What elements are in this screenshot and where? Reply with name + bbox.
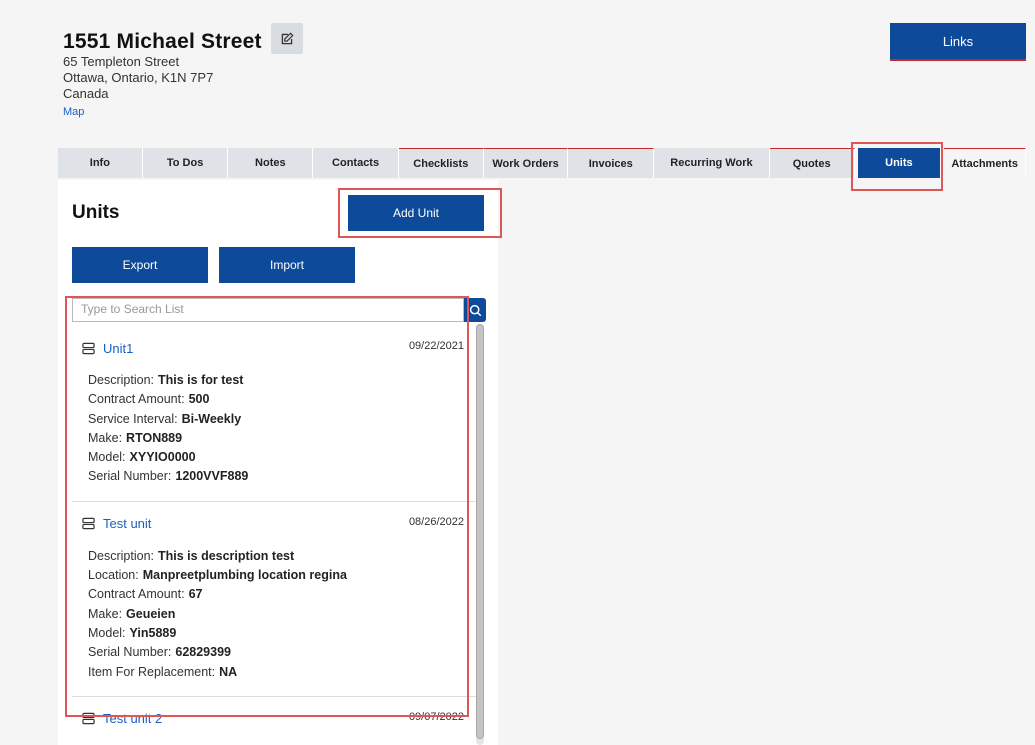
tab-todos[interactable]: To Dos (142, 148, 229, 178)
tab-info[interactable]: Info (58, 148, 143, 178)
highlight-units-list (65, 296, 469, 717)
address-line-1: 65 Templeton Street (63, 54, 180, 69)
highlight-add-unit (338, 188, 502, 238)
map-link[interactable]: Map (63, 106, 84, 118)
address-country: Canada (63, 86, 109, 101)
tab-checklists[interactable]: Checklists (398, 148, 484, 178)
search-icon (469, 304, 481, 316)
highlight-units-tab (851, 142, 943, 191)
edit-icon (281, 31, 294, 44)
property-address: 1551 Michael Street 65 Templeton Street … (63, 30, 262, 120)
edit-property-button[interactable] (271, 23, 303, 54)
list-scrollbar-thumb[interactable] (476, 324, 484, 739)
tab-notes[interactable]: Notes (228, 148, 314, 178)
address-line-2: Ottawa, Ontario, K1N 7P7 (63, 70, 214, 85)
links-button[interactable]: Links (890, 23, 1026, 59)
tab-recurring-work[interactable]: Recurring Work (654, 148, 770, 178)
tab-attachments[interactable]: Attachments (944, 148, 1026, 178)
tab-contacts[interactable]: Contacts (313, 148, 399, 178)
tab-work-orders[interactable]: Work Orders (483, 148, 569, 178)
import-button[interactable]: Import (219, 247, 355, 283)
export-button[interactable]: Export (72, 247, 208, 283)
tab-invoices[interactable]: Invoices (568, 148, 655, 178)
tab-quotes[interactable]: Quotes (769, 148, 855, 178)
links-accent-line (890, 59, 1026, 61)
page-title: 1551 Michael Street (63, 30, 262, 53)
units-panel-title: Units (72, 202, 120, 223)
